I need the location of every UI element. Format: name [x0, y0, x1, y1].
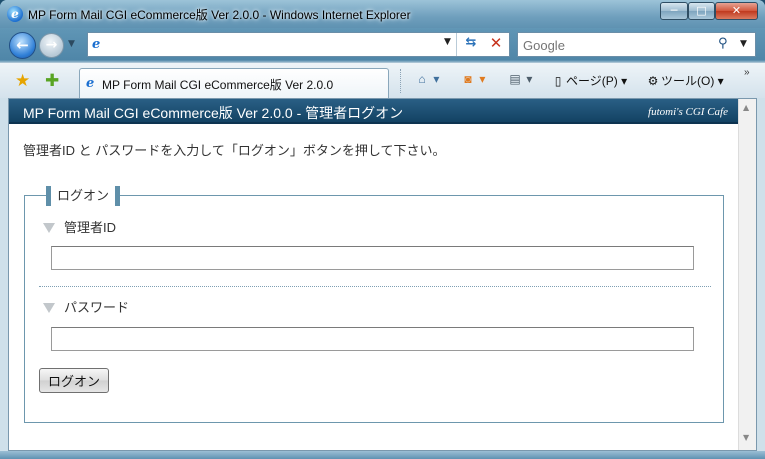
gear-icon: ⚙: [647, 74, 659, 88]
maximize-button[interactable]: □: [688, 2, 715, 20]
rss-feed-icon: ◙: [464, 72, 472, 86]
logon-fieldset: ログオン 管理者ID パスワード ログオン: [24, 186, 724, 423]
refresh-icon[interactable]: ⇆: [460, 35, 482, 54]
tab-bar: ★ ✚ e MP Form Mail CGI eCommerce版 Ver 2.…: [0, 62, 765, 99]
title-bar: e MP Form Mail CGI eCommerce版 Ver 2.0.0 …: [0, 0, 765, 28]
tools-menu-label: ツール(O): [661, 74, 715, 88]
home-button[interactable]: ⌂ ▾: [414, 72, 439, 86]
logon-button[interactable]: ログオン: [39, 368, 109, 393]
password-field[interactable]: [51, 327, 694, 351]
chevron-more-icon[interactable]: »: [744, 67, 750, 78]
back-button[interactable]: ←: [9, 32, 36, 59]
printer-icon: ▤: [509, 72, 521, 86]
ie-page-icon: e: [86, 76, 95, 91]
print-button[interactable]: ▤ ▾: [507, 72, 532, 86]
magnifier-icon[interactable]: ⚲: [718, 36, 734, 52]
page-viewport: MP Form Mail CGI eCommerce版 Ver 2.0.0 - …: [8, 98, 757, 451]
field-divider: [39, 286, 711, 287]
page-menu-label: ページ(P): [566, 74, 618, 88]
address-separator: [456, 33, 457, 56]
triangle-bullet-icon: [43, 223, 55, 233]
navigation-bar: ← → ▼ e ▼ ⇆ ✕ ⚲ ▼: [0, 28, 765, 62]
favorites-star-icon[interactable]: ★: [15, 71, 30, 91]
tools-menu[interactable]: ⚙ ツール(O) ▾: [645, 72, 724, 89]
search-dropdown-icon[interactable]: ▼: [740, 39, 747, 49]
back-arrow-icon: ←: [16, 36, 29, 54]
scroll-up-icon[interactable]: ▲: [743, 103, 749, 112]
window-title: MP Form Mail CGI eCommerce版 Ver 2.0.0 - …: [28, 8, 411, 22]
instructions-text: 管理者ID と パスワードを入力して「ログオン」ボタンを押して下さい。: [23, 143, 446, 158]
vertical-scrollbar[interactable]: ▲ ▼: [738, 99, 756, 450]
add-favorites-icon[interactable]: ✚: [45, 71, 59, 91]
password-label-text: パスワード: [64, 300, 130, 315]
scroll-down-icon[interactable]: ▼: [743, 433, 749, 442]
ie-page-icon: e: [92, 37, 101, 52]
browser-window: e MP Form Mail CGI eCommerce版 Ver 2.0.0 …: [0, 0, 765, 459]
password-label: パスワード: [43, 297, 129, 316]
page-menu[interactable]: ▯ ページ(P) ▾: [550, 72, 627, 89]
search-input[interactable]: [523, 36, 703, 54]
feeds-button[interactable]: ◙ ▾: [460, 72, 485, 86]
forward-arrow-icon: →: [45, 37, 58, 53]
logon-legend: ログオン: [46, 186, 121, 206]
minimize-button[interactable]: ─: [660, 2, 688, 20]
home-icon: ⌂: [418, 72, 426, 86]
forward-button[interactable]: →: [39, 33, 64, 58]
admin-id-field[interactable]: [51, 246, 694, 270]
window-bottom-edge: [0, 451, 765, 459]
tab-label: MP Form Mail CGI eCommerce版 Ver 2.0.0: [102, 78, 334, 92]
stop-icon[interactable]: ✕: [486, 34, 506, 54]
command-separator: [400, 69, 402, 93]
triangle-bullet-icon: [43, 303, 55, 313]
address-bar: e ▼ ⇆ ✕: [87, 32, 510, 57]
brand-label: futomi's CGI Cafe: [648, 106, 728, 118]
address-input[interactable]: [110, 35, 440, 54]
tab-active[interactable]: e MP Form Mail CGI eCommerce版 Ver 2.0.0: [79, 68, 389, 99]
admin-id-label-text: 管理者ID: [64, 220, 117, 235]
page-content: MP Form Mail CGI eCommerce版 Ver 2.0.0 - …: [9, 99, 738, 450]
page-title: MP Form Mail CGI eCommerce版 Ver 2.0.0 - …: [23, 105, 404, 121]
page-header: MP Form Mail CGI eCommerce版 Ver 2.0.0 - …: [9, 99, 738, 124]
admin-id-label: 管理者ID: [43, 217, 116, 236]
address-dropdown-icon[interactable]: ▼: [444, 37, 451, 47]
page-icon: ▯: [554, 74, 562, 88]
history-dropdown-icon[interactable]: ▼: [68, 39, 75, 49]
search-box: ⚲ ▼: [517, 32, 756, 57]
close-button[interactable]: ✕: [715, 2, 758, 20]
ie-logo-icon: e: [7, 6, 23, 22]
